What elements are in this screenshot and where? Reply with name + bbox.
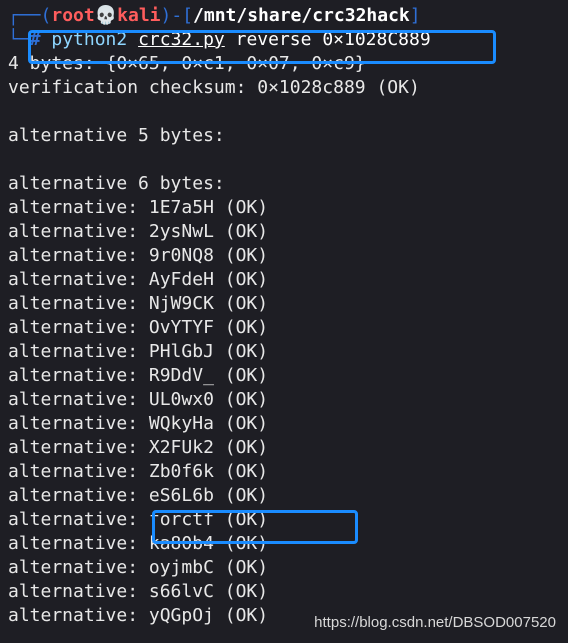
- skull-icon: 💀: [94, 5, 118, 26]
- output-line: alternative: 2ysNwL (OK): [8, 221, 269, 242]
- output-line: alternative: forctf (OK): [8, 509, 269, 530]
- output-line: alternative: NjW9CK (OK): [8, 293, 269, 314]
- watermark: https://blog.csdn.net/DBSOD007520: [312, 614, 558, 631]
- output-line: 4 bytes: {0×65, 0×c1, 0×07, 0×c9}: [8, 53, 366, 74]
- command-args: reverse 0×1028C889: [235, 29, 431, 50]
- output-line: alternative: X2FUk2 (OK): [8, 437, 269, 458]
- output-line: alternative: WQkyHa (OK): [8, 413, 269, 434]
- prompt-path: /mnt/share/crc32hack: [193, 5, 410, 26]
- output-line: alternative: PHlGbJ (OK): [8, 341, 269, 362]
- output-line: alternative: oyjmbC (OK): [8, 557, 269, 578]
- output-line: alternative: R9DdV_ (OK): [8, 365, 269, 386]
- command-name: python2: [51, 29, 128, 50]
- output-line: alternative: eS6L6b (OK): [8, 485, 269, 506]
- command-line[interactable]: └─# python2 crc32.py reverse 0×1028C889: [8, 28, 564, 52]
- output-line: verification checksum: 0×1028c889 (OK): [8, 77, 420, 98]
- output-line: alternative 5 bytes:: [8, 125, 225, 146]
- prompt-frame-mid: )-[: [160, 5, 194, 26]
- output-line: alternative: s66lvC (OK): [8, 581, 269, 602]
- output-line: alternative: UL0wx0 (OK): [8, 389, 269, 410]
- prompt-hash: #: [29, 29, 41, 50]
- terminal[interactable]: ┌──(root💀kali)-[/mnt/share/crc32hack] └─…: [8, 4, 564, 628]
- terminal-output: 4 bytes: {0×65, 0×c1, 0×07, 0×c9} verific…: [8, 52, 564, 628]
- output-line: alternative: 9r0NQ8 (OK): [8, 245, 269, 266]
- output-line: alternative: AyFdeH (OK): [8, 269, 269, 290]
- output-line: alternative: OvYTYF (OK): [8, 317, 269, 338]
- output-line: alternative: 1E7a5H (OK): [8, 197, 269, 218]
- prompt-user: root: [51, 5, 95, 26]
- prompt-host: kali: [117, 5, 161, 26]
- prompt-frame-close: ]: [409, 5, 421, 26]
- prompt-corner: └─: [8, 29, 30, 50]
- command-file-arg: crc32.py: [138, 29, 225, 50]
- output-line: alternative 6 bytes:: [8, 173, 225, 194]
- output-line: alternative: ka80b4 (OK): [8, 533, 269, 554]
- prompt-frame-open: ┌──(: [8, 5, 52, 26]
- output-line: alternative: Zb0f6k (OK): [8, 461, 269, 482]
- prompt-header-line: ┌──(root💀kali)-[/mnt/share/crc32hack]: [8, 4, 564, 28]
